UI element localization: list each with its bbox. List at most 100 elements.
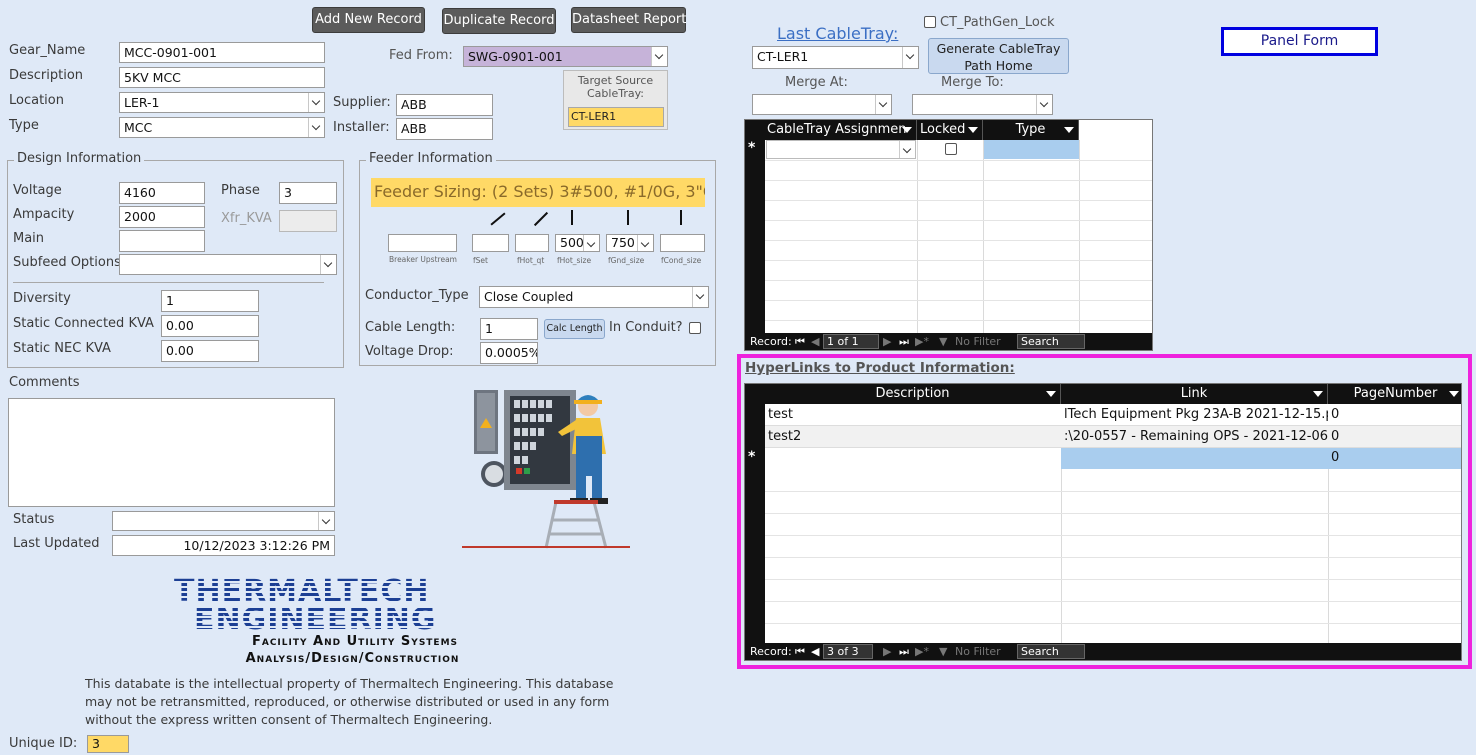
table-row[interactable]: test2 :\20-0557 - Remaining OPS - 2021-1…	[765, 426, 1461, 448]
description-input[interactable]: 5KV MCC	[119, 67, 325, 88]
grid-line	[765, 557, 1461, 558]
calc-length-button[interactable]: Calc Length	[544, 319, 605, 339]
hyperlinks-grid[interactable]: Description Link PageNumber test lTech E…	[744, 383, 1462, 661]
fcond-size-input[interactable]	[660, 234, 705, 252]
type-new-cell[interactable]	[984, 140, 1079, 159]
chevron-down-icon[interactable]	[651, 47, 667, 66]
column-header-link[interactable]: Link	[1061, 384, 1328, 404]
chevron-down-icon[interactable]	[899, 141, 915, 158]
record-position-input[interactable]: 1 of 1	[823, 334, 879, 349]
duplicate-record-button[interactable]: Duplicate Record	[442, 8, 556, 34]
column-header-label: Link	[1180, 386, 1208, 401]
no-filter-label[interactable]: No Filter	[955, 333, 1001, 350]
column-header-locked[interactable]: Locked	[917, 120, 983, 140]
filter-arrow-icon[interactable]	[968, 127, 978, 133]
cabletray-assignment-new-cell[interactable]	[766, 140, 916, 159]
column-header-description[interactable]: Description	[765, 384, 1061, 404]
next-record-icon[interactable]: ▶	[883, 333, 891, 350]
pagenumber-cell[interactable]: 0	[1328, 427, 1461, 447]
next-record-icon[interactable]: ▶	[883, 643, 891, 660]
search-input[interactable]: Search	[1017, 334, 1085, 349]
chevron-down-icon[interactable]	[308, 93, 324, 112]
chevron-down-icon[interactable]	[308, 118, 324, 137]
pagenumber-cell[interactable]: 0	[1328, 448, 1461, 468]
chevron-down-icon[interactable]	[318, 512, 334, 530]
static-nec-kva-input[interactable]: 0.00	[161, 340, 259, 362]
subfeed-options-select[interactable]	[119, 254, 337, 275]
chevron-down-icon[interactable]	[583, 235, 599, 251]
voltage-input[interactable]: 4160	[119, 182, 205, 204]
static-connected-kva-input[interactable]: 0.00	[161, 315, 259, 337]
locked-checkbox[interactable]	[945, 143, 957, 155]
chevron-down-icon[interactable]	[902, 47, 918, 68]
filter-arrow-icon[interactable]	[902, 127, 912, 133]
table-row-new[interactable]: 0	[765, 448, 1461, 469]
link-cell[interactable]: :\20-0557 - Remaining OPS - 2021-12-06.p…	[1061, 427, 1328, 447]
fhot-qt-input[interactable]	[515, 234, 549, 252]
column-header-type[interactable]: Type	[983, 120, 1079, 140]
breaker-upstream-input[interactable]	[388, 234, 457, 252]
phase-input[interactable]: 3	[279, 182, 337, 204]
table-row[interactable]: test lTech Equipment Pkg 23A-B 2021-12-1…	[765, 404, 1461, 426]
cable-length-label: Cable Length:	[365, 320, 456, 335]
merge-to-select[interactable]	[912, 94, 1053, 115]
last-record-icon[interactable]: ⏭	[899, 643, 909, 660]
filter-arrow-icon[interactable]	[1064, 127, 1074, 133]
type-select[interactable]: MCC	[119, 117, 325, 138]
voltage-drop-input[interactable]: 0.0005%	[480, 342, 538, 364]
chevron-down-icon[interactable]	[875, 95, 891, 114]
chevron-down-icon[interactable]	[320, 255, 336, 274]
prev-record-icon[interactable]: ◀	[811, 643, 819, 660]
fed-from-select[interactable]: SWG-0901-001	[463, 46, 668, 67]
chevron-down-icon[interactable]	[1036, 95, 1052, 114]
cabletray-record-navigator: Record: ⏮ ◀ 1 of 1 ▶ ⏭ ▶* ▼ No Filter Se…	[745, 333, 1152, 350]
ct-pathgen-lock-checkbox[interactable]	[924, 16, 936, 28]
description-cell[interactable]: test2	[765, 427, 1061, 447]
first-record-icon[interactable]: ⏮	[795, 333, 805, 350]
last-record-icon[interactable]: ⏭	[899, 333, 909, 350]
ampacity-input[interactable]: 2000	[119, 206, 205, 228]
column-header-cabletray-assignment[interactable]: CableTray Assignmen	[765, 120, 917, 140]
pagenumber-cell[interactable]: 0	[1328, 405, 1461, 425]
new-record-nav-icon[interactable]: ▶*	[915, 333, 929, 350]
last-cabletray-label[interactable]: Last CableTray:	[777, 24, 898, 43]
search-input[interactable]: Search	[1017, 644, 1085, 659]
fhot-size-select[interactable]: 500	[555, 234, 600, 252]
gear-name-input[interactable]: MCC-0901-001	[119, 42, 325, 63]
last-cabletray-select[interactable]: CT-LER1	[752, 46, 919, 69]
installer-input[interactable]: ABB	[396, 118, 493, 140]
diversity-input[interactable]: 1	[161, 290, 259, 312]
record-position-input[interactable]: 3 of 3	[823, 644, 873, 659]
column-header-pagenumber[interactable]: PageNumber	[1328, 384, 1461, 404]
new-record-nav-icon[interactable]: ▶*	[915, 643, 929, 660]
status-select[interactable]	[112, 511, 335, 531]
generate-cabletray-path-button[interactable]: Generate CableTray Path Home	[928, 38, 1069, 74]
merge-at-select[interactable]	[752, 94, 892, 115]
datasheet-report-button[interactable]: Datasheet Report	[571, 7, 686, 33]
first-record-icon[interactable]: ⏮	[795, 643, 805, 660]
location-select[interactable]: LER-1	[119, 92, 325, 113]
panel-form-button[interactable]: Panel Form	[1221, 27, 1378, 56]
main-input[interactable]	[119, 230, 205, 252]
prev-record-icon[interactable]: ◀	[811, 333, 819, 350]
add-new-record-button[interactable]: Add New Record	[312, 7, 425, 33]
comments-textarea[interactable]	[8, 398, 335, 507]
cabletray-assignment-grid[interactable]: CableTray Assignmen Locked Type * Record…	[744, 119, 1153, 351]
filter-arrow-icon[interactable]	[1046, 391, 1056, 397]
column-header-label: CableTray Assignmen	[767, 122, 907, 137]
fset-input[interactable]	[472, 234, 509, 252]
supplier-input[interactable]: ABB	[396, 94, 493, 116]
description-cell[interactable]: test	[765, 405, 1061, 425]
grid-line	[765, 300, 1152, 301]
in-conduit-checkbox[interactable]	[689, 322, 701, 334]
target-source-input[interactable]: CT-LER1	[568, 107, 664, 127]
chevron-down-icon[interactable]	[692, 287, 708, 307]
fgnd-size-select[interactable]: 750	[606, 234, 654, 252]
chevron-down-icon[interactable]	[637, 235, 653, 251]
cable-length-input[interactable]: 1	[480, 318, 538, 340]
filter-arrow-icon[interactable]	[1313, 391, 1323, 397]
no-filter-label[interactable]: No Filter	[955, 643, 1001, 660]
conductor-type-select[interactable]: Close Coupled	[479, 286, 709, 308]
filter-arrow-icon[interactable]	[1449, 391, 1459, 397]
link-cell[interactable]: lTech Equipment Pkg 23A-B 2021-12-15.pdf	[1061, 405, 1328, 425]
